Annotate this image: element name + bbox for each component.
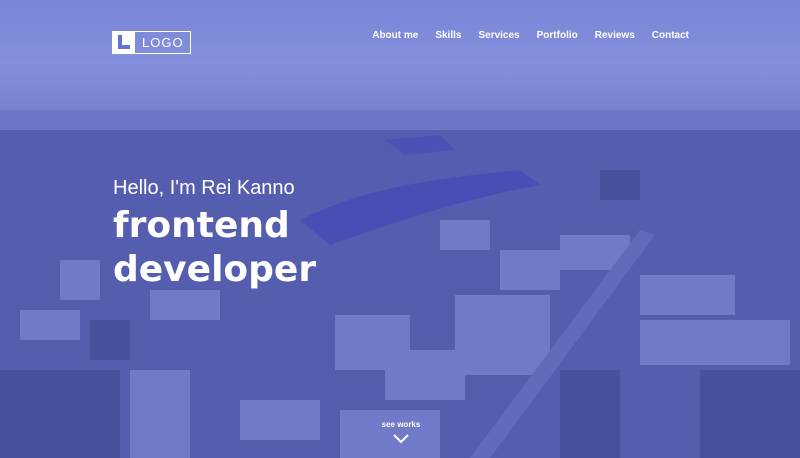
nav-link-about-me[interactable]: About me	[372, 30, 418, 41]
hero-title-line2: developer	[113, 249, 317, 290]
logo-text: LOGO	[142, 35, 184, 50]
chevron-down-icon	[393, 434, 409, 444]
nav-link-skills[interactable]: Skills	[435, 30, 461, 41]
top-navigation: LOGO About me Skills Services Portfolio …	[0, 0, 800, 70]
see-works-button[interactable]: see works	[377, 420, 425, 448]
logo[interactable]: LOGO	[112, 31, 191, 54]
hero-greeting: Hello, I'm Rei Kanno	[113, 177, 295, 199]
nav-link-portfolio[interactable]: Portfolio	[537, 30, 578, 41]
main-menu: About me Skills Services Portfolio Revie…	[372, 30, 689, 41]
nav-link-services[interactable]: Services	[478, 30, 519, 41]
hero-title-line1: frontend	[113, 205, 290, 246]
hero-title: frontend developer	[113, 204, 316, 292]
nav-link-reviews[interactable]: Reviews	[595, 30, 635, 41]
see-works-label: see works	[381, 420, 421, 429]
nav-link-contact[interactable]: Contact	[652, 30, 689, 41]
logo-l-icon	[113, 32, 135, 53]
hero-headline: Hello, I'm Rei Kanno frontend developer	[113, 176, 316, 292]
